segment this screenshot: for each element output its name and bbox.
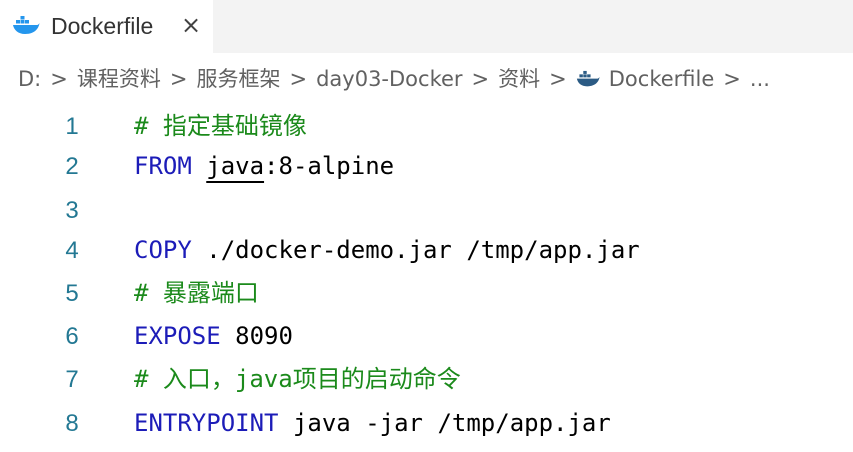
line-number: 2 bbox=[65, 153, 79, 180]
breadcrumb-item[interactable]: 服务框架 bbox=[196, 65, 280, 93]
code-token: COPY bbox=[134, 236, 192, 264]
code-text[interactable]: COPY ./docker-demo.jar /tmp/app.jar bbox=[134, 229, 640, 272]
code-token: # 暴露端口 bbox=[134, 279, 259, 307]
docker-whale-icon bbox=[13, 16, 40, 34]
docker-whale-icon bbox=[576, 70, 600, 86]
code-token: FROM bbox=[134, 152, 192, 180]
code-token: java bbox=[206, 152, 265, 180]
code-text[interactable]: FROM java:8-alpine bbox=[134, 145, 394, 188]
code-text[interactable]: # 指定基础镜像 bbox=[134, 105, 307, 148]
breadcrumb-separator: > bbox=[50, 67, 68, 91]
code-line[interactable]: 6 EXPOSE 8090 bbox=[0, 315, 853, 358]
breadcrumb-separator: > bbox=[169, 67, 188, 91]
code-token: :8-alpine bbox=[264, 152, 395, 180]
code-line[interactable]: 5 # 暴露端口 bbox=[0, 272, 853, 315]
code-token: EXPOSE bbox=[134, 322, 221, 350]
breadcrumb-item[interactable]: Dockerfile bbox=[609, 65, 715, 93]
line-number: 8 bbox=[65, 410, 79, 437]
close-tab-icon[interactable]: × bbox=[178, 11, 204, 39]
tab-dockerfile[interactable]: Dockerfile × bbox=[0, 0, 213, 53]
tab-bar: Dockerfile × bbox=[0, 0, 853, 53]
code-line[interactable]: 1 # 指定基础镜像 bbox=[0, 105, 853, 148]
code-line[interactable]: 7 # 入口，java项目的启动命令 bbox=[0, 358, 853, 401]
breadcrumb-item[interactable]: ... bbox=[750, 65, 770, 93]
code-token: # 指定基础镜像 bbox=[134, 112, 307, 140]
code-text[interactable]: # 入口，java项目的启动命令 bbox=[134, 358, 461, 401]
code-text[interactable]: # 暴露端口 bbox=[134, 272, 259, 315]
breadcrumb: D: > 课程资料 > 服务框架 > day03-Docker > 资料 > Dockerfile >… bbox=[0, 53, 853, 105]
code-token: java -jar /tmp/app.jar bbox=[278, 409, 611, 437]
tab-label: Dockerfile bbox=[51, 13, 154, 39]
breadcrumb-separator: > bbox=[549, 67, 567, 91]
code-editor[interactable]: 1 # 指定基础镜像 2 FROM java:8-alpine 3 4 COPY ./doc… bbox=[0, 105, 853, 452]
breadcrumb-separator: > bbox=[471, 67, 490, 91]
breadcrumb-item[interactable]: D: bbox=[18, 65, 41, 93]
line-number: 6 bbox=[65, 323, 79, 350]
line-number: 5 bbox=[65, 280, 79, 307]
line-number: 3 bbox=[65, 197, 79, 224]
code-line[interactable]: 2 FROM java:8-alpine bbox=[0, 145, 853, 188]
breadcrumb-items: D: > 课程资料 > 服务框架 > day03-Docker > 资料 > Dockerfile >… bbox=[18, 65, 770, 93]
breadcrumb-item[interactable]: 资料 bbox=[498, 65, 540, 93]
code-line[interactable]: 4 COPY ./docker-demo.jar /tmp/app.jar bbox=[0, 229, 853, 272]
code-token: ./docker-demo.jar /tmp/app.jar bbox=[191, 236, 640, 264]
breadcrumb-item[interactable]: day03-Docker bbox=[316, 65, 462, 93]
code-token: 8090 bbox=[220, 322, 293, 350]
line-number: 4 bbox=[65, 237, 79, 264]
line-number: 1 bbox=[65, 113, 79, 140]
breadcrumb-separator: > bbox=[289, 67, 308, 91]
code-line[interactable]: 8 ENTRYPOINT java -jar /tmp/app.jar bbox=[0, 402, 853, 445]
breadcrumb-separator: > bbox=[723, 67, 741, 91]
line-number: 7 bbox=[65, 366, 79, 393]
code-token: # 入口，java项目的启动命令 bbox=[134, 365, 461, 393]
code-token: ENTRYPOINT bbox=[134, 409, 279, 437]
breadcrumb-item[interactable]: 课程资料 bbox=[77, 65, 161, 93]
code-text[interactable]: ENTRYPOINT java -jar /tmp/app.jar bbox=[134, 402, 611, 445]
code-line[interactable]: 3 bbox=[0, 189, 853, 232]
code-text[interactable]: EXPOSE 8090 bbox=[134, 315, 293, 358]
